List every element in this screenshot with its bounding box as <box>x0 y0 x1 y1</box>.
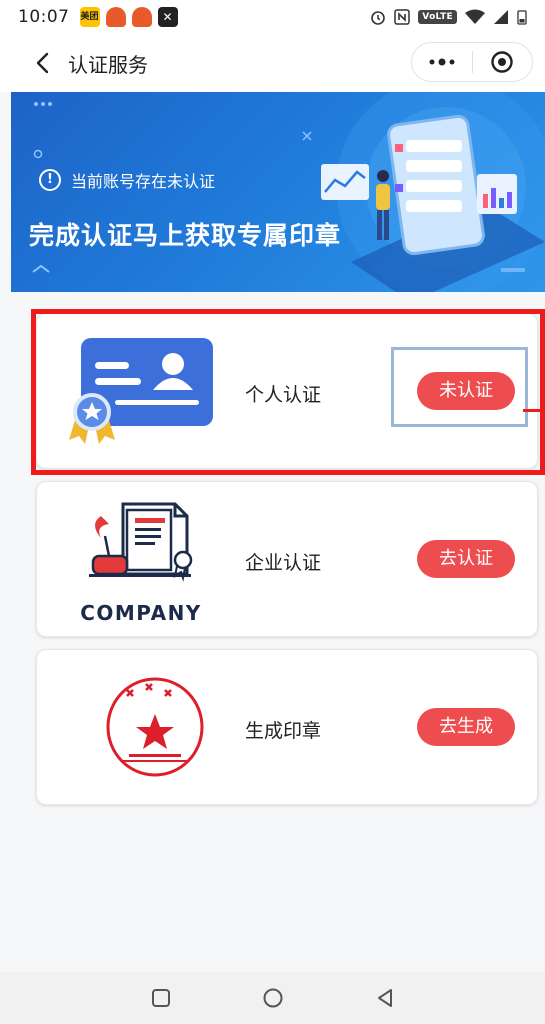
more-options-icon[interactable] <box>412 43 472 81</box>
wifi-icon <box>465 9 485 24</box>
nfc-icon <box>394 9 411 25</box>
annotation-marker <box>523 409 545 412</box>
go-verify-button[interactable]: 去认证 <box>417 540 515 578</box>
status-indicators: VoLTE <box>370 9 527 25</box>
close-mini-program-icon[interactable] <box>473 43 533 81</box>
stamp-icon <box>106 677 204 777</box>
card-label: 个人认证 <box>245 384 322 406</box>
company-certificate-icon: COMPANY <box>80 502 202 625</box>
page-title: 认证服务 <box>68 52 148 77</box>
nav-bar: 认证服务 <box>0 34 545 92</box>
unverified-button[interactable]: 未认证 <box>417 372 515 410</box>
generate-seal-card[interactable]: 生成印章 去生成 <box>36 649 538 805</box>
recent-apps-icon[interactable] <box>147 984 175 1012</box>
back-nav-icon[interactable] <box>371 984 399 1012</box>
red-app-icon <box>131 7 152 27</box>
banner-headline: 完成认证马上获取专属印章 <box>29 221 342 250</box>
system-navigation-bar <box>0 972 545 1024</box>
id-card-icon <box>69 338 213 444</box>
alarm-icon <box>371 11 386 25</box>
enterprise-verification-card[interactable]: COMPANY 企业认证 去认证 <box>36 481 538 637</box>
home-icon[interactable] <box>259 984 287 1012</box>
card-label: 生成印章 <box>245 720 322 742</box>
battery-icon <box>517 10 527 25</box>
banner-decoration <box>32 92 545 292</box>
notice-text: 当前账号存在未认证 <box>71 172 216 191</box>
volte-icon: VoLTE <box>418 10 457 24</box>
unverified-notice: ! 当前账号存在未认证 <box>39 168 215 192</box>
go-generate-button[interactable]: 去生成 <box>417 708 515 746</box>
meituan-icon: 美团 <box>79 7 100 27</box>
mini-program-capsule <box>411 42 533 82</box>
capcut-icon: ✕ <box>157 7 178 27</box>
red-app-icon <box>105 7 126 27</box>
status-time: 10:07 <box>18 7 70 27</box>
signal-icon <box>494 10 508 24</box>
alert-icon: ! <box>39 169 61 191</box>
card-label: 企业认证 <box>245 552 322 574</box>
verification-banner[interactable]: ! 当前账号存在未认证 完成认证马上获取专属印章 <box>11 92 545 292</box>
status-bar: 10:07 美团 ✕ VoLTE <box>0 0 545 34</box>
back-icon[interactable] <box>22 43 62 83</box>
company-logo-text: COMPANY <box>80 601 202 625</box>
personal-verification-card[interactable]: 个人认证 未认证 <box>36 313 538 469</box>
